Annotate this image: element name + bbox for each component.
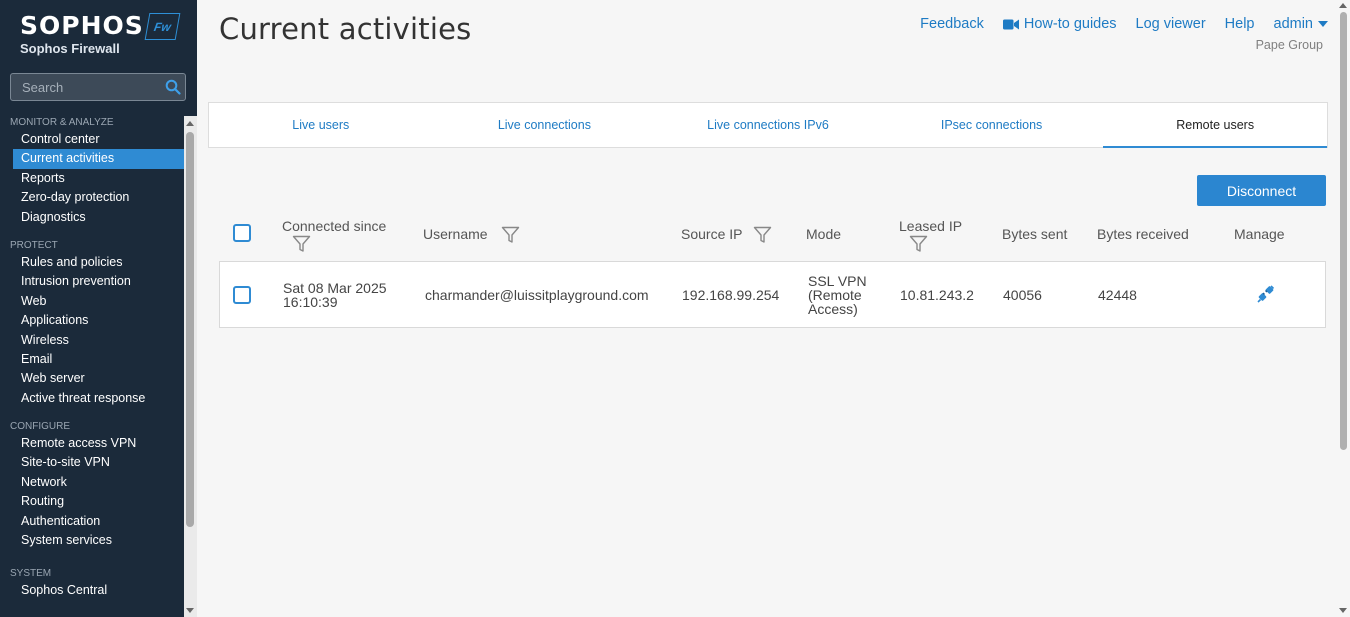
sidebar-item-system-services[interactable]: System services (13, 531, 184, 550)
brand-product: Sophos Firewall (20, 41, 120, 56)
scroll-up-icon[interactable] (1339, 3, 1347, 8)
sidebar-item-sophos-central[interactable]: Sophos Central (13, 581, 184, 600)
sidebar-item-network[interactable]: Network (13, 473, 184, 492)
nav-section-system: SYSTEM (10, 568, 52, 580)
sidebar-item-active-threat-response[interactable]: Active threat response (13, 389, 184, 408)
sidebar-item-remote-access-vpn[interactable]: Remote access VPN (13, 434, 184, 453)
column-manage: Manage (1234, 226, 1285, 242)
video-camera-icon (1002, 19, 1019, 29)
sidebar-item-wireless[interactable]: Wireless (13, 331, 184, 350)
sidebar-scrollbar[interactable] (184, 116, 197, 617)
cell-source-ip: 192.168.99.254 (682, 287, 780, 303)
top-links: Feedback How-to guides Log viewer Help a… (901, 16, 1328, 32)
tab-ipsec-connections[interactable]: IPsec connections (880, 103, 1104, 147)
firewall-badge-icon: Fw (144, 13, 181, 40)
scroll-up-icon[interactable] (186, 121, 194, 126)
how-to-guides-label: How-to guides (1023, 16, 1117, 32)
page-title: Current activities (219, 12, 472, 46)
nav-section-protect: PROTECT (10, 239, 58, 251)
sidebar-item-current-activities[interactable]: Current activities (13, 149, 184, 169)
caret-down-icon (1318, 21, 1328, 27)
tab-remote-users[interactable]: Remote users (1103, 103, 1327, 148)
disconnect-button[interactable]: Disconnect (1197, 175, 1326, 206)
sidebar-item-reports[interactable]: Reports (13, 169, 184, 188)
tab-live-connections[interactable]: Live connections (433, 103, 657, 147)
sidebar-item-control-center[interactable]: Control center (13, 130, 184, 149)
organization-name: Pape Group (1255, 38, 1323, 52)
sidebar-item-zero-day-protection[interactable]: Zero-day protection (13, 188, 184, 207)
cell-mode-line1: SSL VPN (808, 273, 867, 289)
table-row: Sat 08 Mar 2025 16:10:39 charmander@luis… (219, 261, 1326, 328)
filter-icon[interactable] (753, 226, 772, 244)
tab-bar: Live users Live connections Live connect… (208, 102, 1328, 148)
column-username: Username (423, 226, 488, 242)
search-icon[interactable] (165, 79, 181, 95)
sidebar-item-authentication[interactable]: Authentication (13, 512, 184, 531)
column-source-ip: Source IP (681, 226, 743, 242)
nav-section-monitor: MONITOR & ANALYZE (10, 117, 114, 128)
filter-icon[interactable] (292, 235, 311, 253)
sidebar-scroll-thumb[interactable] (186, 132, 194, 527)
cell-username: charmander@luissitplayground.com (425, 287, 649, 303)
log-viewer-link[interactable]: Log viewer (1136, 16, 1206, 32)
disconnect-plug-icon[interactable] (1257, 285, 1275, 303)
brand-name: SOPHOS (20, 11, 144, 40)
tab-live-connections-ipv6[interactable]: Live connections IPv6 (656, 103, 880, 147)
brand[interactable]: SOPHOS Sophos Firewall (20, 11, 144, 57)
select-all-checkbox[interactable] (233, 224, 251, 242)
firewall-badge-label: Fw (152, 19, 173, 34)
sidebar-item-routing[interactable]: Routing (13, 492, 184, 511)
cell-bytes-received: 42448 (1098, 287, 1137, 303)
filter-icon[interactable] (909, 235, 928, 253)
admin-menu[interactable]: admin (1273, 16, 1328, 32)
cell-mode-line2: (Remote (808, 287, 862, 303)
how-to-guides-link[interactable]: How-to guides (1002, 16, 1117, 32)
search-box (10, 73, 186, 101)
column-bytes-sent: Bytes sent (1002, 226, 1068, 242)
cell-leased-ip: 10.81.243.2 (900, 287, 974, 303)
filter-icon[interactable] (501, 226, 520, 244)
sidebar-item-diagnostics[interactable]: Diagnostics (13, 208, 184, 227)
admin-menu-label: admin (1273, 16, 1314, 32)
tab-live-users[interactable]: Live users (209, 103, 433, 147)
scroll-down-icon[interactable] (1339, 608, 1347, 613)
column-leased-ip: Leased IP (899, 218, 963, 234)
scroll-down-icon[interactable] (186, 608, 194, 613)
sidebar-item-rules-and-policies[interactable]: Rules and policies (13, 253, 184, 272)
column-mode: Mode (806, 226, 842, 242)
help-link[interactable]: Help (1225, 16, 1255, 32)
sidebar-item-email[interactable]: Email (13, 350, 184, 369)
nav-section-configure: CONFIGURE (10, 421, 70, 433)
cell-connected-date: Sat 08 Mar 2025 (283, 280, 387, 296)
row-checkbox[interactable] (233, 286, 251, 304)
main-scroll-thumb[interactable] (1340, 12, 1347, 450)
cell-bytes-sent: 40056 (1003, 287, 1042, 303)
sidebar-item-site-to-site-vpn[interactable]: Site-to-site VPN (13, 453, 184, 472)
sidebar-item-web-server[interactable]: Web server (13, 369, 184, 388)
feedback-link[interactable]: Feedback (920, 16, 984, 32)
sidebar-item-intrusion-prevention[interactable]: Intrusion prevention (13, 272, 184, 291)
sidebar: SOPHOS Sophos Firewall Fw MONITOR & ANAL… (0, 0, 197, 617)
cell-connected-time: 16:10:39 (283, 294, 338, 310)
search-input[interactable] (11, 74, 185, 100)
column-bytes-received: Bytes received (1097, 226, 1189, 242)
sidebar-item-web[interactable]: Web (13, 292, 184, 311)
sidebar-item-applications[interactable]: Applications (13, 311, 184, 330)
cell-mode-line3: Access) (808, 301, 858, 317)
column-connected-since: Connected since (282, 218, 387, 234)
sidebar-nav: MONITOR & ANALYZE Control center Current… (0, 116, 184, 617)
main-scrollbar[interactable] (1337, 0, 1350, 617)
